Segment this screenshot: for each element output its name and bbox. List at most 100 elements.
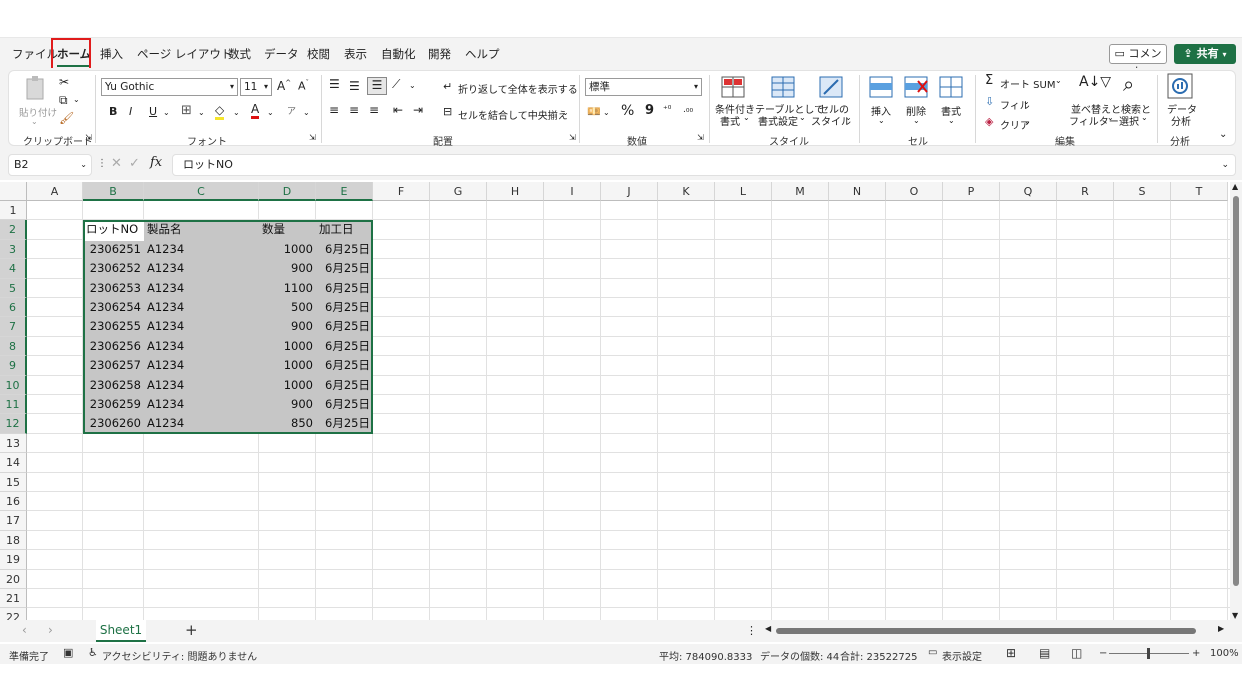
number-launcher-icon[interactable]: ⇲ <box>697 133 704 142</box>
decrease-decimal-icon[interactable]: .₀₀ <box>683 105 693 115</box>
row-header-10[interactable]: 10 <box>0 375 27 395</box>
expand-formula-icon[interactable]: ⌄ <box>1221 155 1229 175</box>
row-header-13[interactable]: 13 <box>0 433 27 454</box>
vertical-scroll-thumb[interactable] <box>1233 196 1239 586</box>
align-top-icon[interactable]: ☰ <box>329 77 340 91</box>
table-cell[interactable]: 6月25日 <box>319 376 370 395</box>
delete-cells-icon[interactable] <box>904 76 928 101</box>
format-cells-icon[interactable] <box>939 74 963 101</box>
scroll-right-icon[interactable]: ▶ <box>1218 624 1224 633</box>
column-header-i[interactable]: I <box>544 182 601 201</box>
page-layout-view-icon[interactable]: ▤ <box>1039 646 1050 660</box>
chevron-down-icon[interactable]: ⌄ <box>1023 97 1030 106</box>
number-format-select[interactable]: 標準 ▾ <box>585 78 702 96</box>
wrap-text-button[interactable]: 折り返して全体を表示する <box>458 81 578 96</box>
more-icon[interactable]: ⋮ <box>97 158 107 169</box>
row-header-20[interactable]: 20 <box>0 569 27 589</box>
column-header-j[interactable]: J <box>601 182 658 201</box>
sort-filter-icon[interactable]: A↓▽ <box>1079 74 1111 90</box>
table-cell[interactable]: A1234 <box>147 414 256 433</box>
cut-icon[interactable]: ✂ <box>59 75 69 89</box>
table-cell[interactable]: A1234 <box>147 337 256 356</box>
prev-sheet-icon[interactable]: ‹ <box>22 623 27 637</box>
column-header-n[interactable]: N <box>829 182 886 201</box>
border-icon[interactable]: ⊞ <box>181 103 192 118</box>
column-header-o[interactable]: O <box>886 182 943 201</box>
fill-color-icon[interactable]: ◇ <box>215 103 225 120</box>
macro-record-icon[interactable]: ▣ <box>63 646 73 659</box>
cell-styles-icon[interactable] <box>819 76 843 101</box>
column-header-k[interactable]: K <box>658 182 715 201</box>
page-break-view-icon[interactable]: ◫ <box>1071 646 1082 660</box>
row-header-12[interactable]: 12 <box>0 414 27 434</box>
table-cell[interactable]: 1000 <box>262 240 313 259</box>
scroll-left-icon[interactable]: ◀ <box>765 624 771 633</box>
table-cell[interactable]: A1234 <box>147 317 256 336</box>
copy-chevron-icon[interactable]: ⌄ <box>73 95 80 104</box>
currency-icon[interactable]: 💴 <box>587 105 601 118</box>
table-cell[interactable]: A1234 <box>147 279 256 298</box>
chevron-down-icon[interactable]: ⌄ <box>303 108 310 117</box>
table-cell[interactable]: A1234 <box>147 240 256 259</box>
chevron-down-icon[interactable]: ⌄ <box>878 116 885 125</box>
format-painter-icon[interactable]: 🖌 <box>59 111 74 125</box>
table-cell[interactable]: 2306259 <box>86 395 141 414</box>
row-header-2[interactable]: 2 <box>0 220 27 240</box>
name-box[interactable]: B2 ⌄ <box>8 154 92 176</box>
table-cell[interactable]: 6月25日 <box>319 395 370 414</box>
select-all-button[interactable] <box>0 182 27 201</box>
row-header-5[interactable]: 5 <box>0 278 27 298</box>
autosum-button[interactable]: オート SUM <box>1000 76 1055 91</box>
align-center-icon[interactable]: ≡ <box>349 103 359 117</box>
table-cell[interactable]: A1234 <box>147 376 256 395</box>
row-header-4[interactable]: 4 <box>0 259 27 279</box>
chevron-down-icon[interactable]: ⌄ <box>845 113 852 122</box>
orientation-icon[interactable]: ⟋ <box>392 77 400 92</box>
table-cell[interactable]: 1000 <box>262 337 313 356</box>
table-cell[interactable]: 6月25日 <box>319 259 370 278</box>
eraser-icon[interactable]: ◈ <box>985 115 993 128</box>
column-header-l[interactable]: L <box>715 182 772 201</box>
merge-icon[interactable]: ⊟ <box>443 105 452 118</box>
table-cell[interactable]: 900 <box>262 395 313 414</box>
column-header-m[interactable]: M <box>772 182 829 201</box>
accessibility-icon[interactable]: ♿ <box>88 646 98 659</box>
column-header-g[interactable]: G <box>430 182 487 201</box>
vertical-scrollbar[interactable]: ▲ ▼ <box>1230 182 1242 620</box>
table-cell[interactable]: A1234 <box>147 298 256 317</box>
tab-page-layout[interactable]: ページ レイアウト <box>137 46 232 62</box>
chevron-down-icon[interactable]: ⌄ <box>163 108 170 117</box>
bold-button[interactable]: B <box>109 105 117 118</box>
row-header-17[interactable]: 17 <box>0 511 27 531</box>
column-header-b[interactable]: B <box>83 182 144 201</box>
formula-input[interactable]: ロットNO ⌄ <box>172 154 1236 176</box>
fill-icon[interactable]: ⇩ <box>985 95 994 108</box>
table-cell[interactable]: 2306252 <box>86 259 141 278</box>
row-header-1[interactable]: 1 <box>0 201 27 221</box>
align-left-icon[interactable]: ≡ <box>329 103 339 117</box>
row-header-8[interactable]: 8 <box>0 336 27 357</box>
row-header-3[interactable]: 3 <box>0 239 27 260</box>
tab-review[interactable]: 校閲 <box>307 46 330 62</box>
table-cell[interactable]: 2306251 <box>86 240 141 259</box>
table-cell[interactable]: 900 <box>262 259 313 278</box>
clipboard-launcher-icon[interactable]: ⇲ <box>85 133 92 142</box>
chevron-down-icon[interactable]: ⌄ <box>948 116 955 125</box>
tab-insert[interactable]: 挿入 <box>100 46 123 62</box>
font-size-select[interactable]: 11 ▾ <box>240 78 272 96</box>
normal-view-icon[interactable]: ⊞ <box>1006 646 1016 660</box>
table-cell[interactable]: 2306260 <box>86 414 141 433</box>
tab-formulas[interactable]: 数式 <box>228 46 251 62</box>
spreadsheet-grid[interactable]: ABCDEFGHIJKLMNOPQRST 1 2 3 4 5 6 7 8 9 10 11 12 13 14… <box>0 182 1230 620</box>
table-cell[interactable]: 6月25日 <box>319 298 370 317</box>
chevron-down-icon[interactable]: ⌄ <box>267 108 274 117</box>
chevron-down-icon[interactable]: ⌄ <box>1024 117 1031 126</box>
chevron-down-icon[interactable]: ⌄ <box>603 108 610 117</box>
column-header-e[interactable]: E <box>316 182 373 201</box>
table-header-cell[interactable]: 数量 <box>262 220 313 239</box>
column-header-r[interactable]: R <box>1057 182 1114 201</box>
accessibility-status[interactable]: アクセシビリティ: 問題ありません <box>102 648 257 663</box>
insert-function-button[interactable]: fx <box>150 155 162 170</box>
percent-button[interactable]: % <box>621 103 634 119</box>
tab-help[interactable]: ヘルプ <box>465 46 500 62</box>
